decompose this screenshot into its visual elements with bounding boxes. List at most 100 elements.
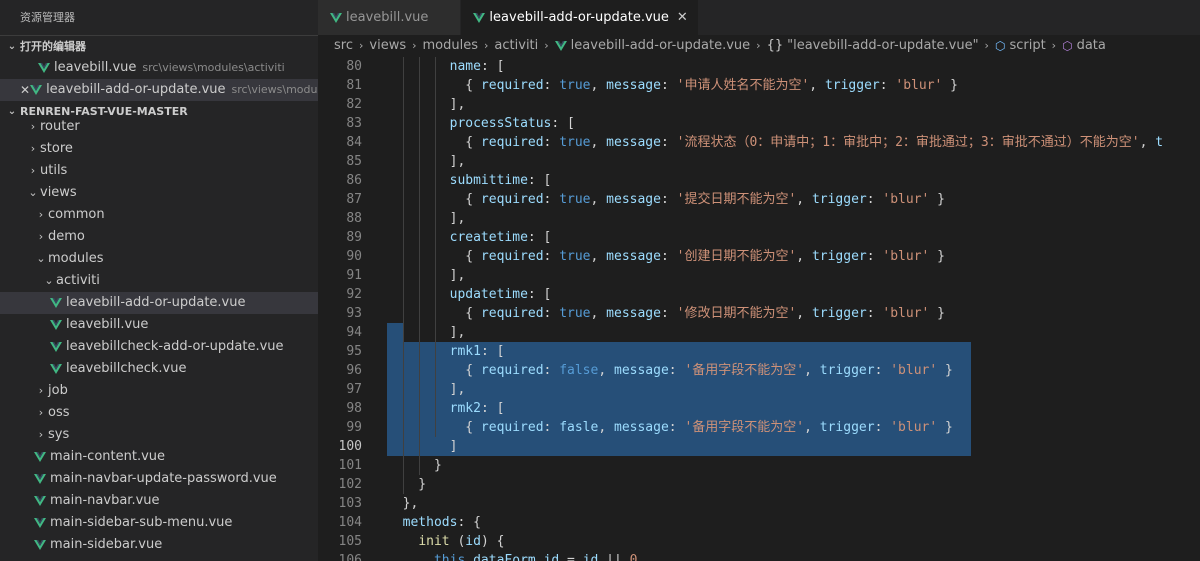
breadcrumb-item[interactable]: leavebill-add-or-update.vue — [571, 35, 750, 57]
folder-item[interactable]: › router — [0, 116, 318, 138]
code-token: : — [874, 420, 891, 435]
code-token: message — [606, 192, 661, 207]
code-token: { — [387, 306, 481, 321]
code-line: 100 ] — [318, 437, 1200, 456]
folder-item[interactable]: › demo — [0, 226, 318, 248]
code-token: id — [582, 553, 599, 561]
open-editor-item[interactable]: leavebill.vue src\views\modules\activiti — [0, 57, 318, 79]
code-token: }, — [387, 496, 419, 511]
chevron-right-icon: › — [358, 39, 364, 52]
folder-item[interactable]: ⌄ modules — [0, 248, 318, 270]
code-token: : — [668, 420, 685, 435]
code-token: methods — [402, 515, 458, 530]
code-text: { required: false, message: '备用字段不能为空', … — [387, 361, 953, 380]
breadcrumb-item[interactable]: data — [1077, 35, 1106, 57]
code-token: , — [590, 306, 607, 321]
tree-item-label: views — [40, 185, 77, 200]
open-editor-path: src\views\modules\activiti — [142, 61, 285, 74]
code-token: 'blur' — [882, 192, 930, 207]
code-token: true — [559, 78, 591, 93]
code-token: 'blur' — [882, 306, 930, 321]
folder-item[interactable]: › job — [0, 380, 318, 402]
tab-leavebill-add-or-update[interactable]: leavebill-add-or-update.vue ✕ — [461, 0, 699, 35]
open-editor-name: leavebill.vue — [54, 60, 137, 75]
line-number: 83 — [346, 116, 362, 131]
file-item[interactable]: main-sidebar-sub-menu.vue — [0, 512, 318, 534]
code-token: ], — [387, 382, 466, 397]
tree-item-label: oss — [48, 405, 70, 420]
code-token: ], — [387, 211, 466, 226]
file-item[interactable]: main-sidebar.vue — [0, 534, 318, 556]
code-editor[interactable]: 80 name: [81 { required: true, message: … — [318, 57, 1200, 561]
code-token: '备用字段不能为空' — [684, 420, 805, 435]
file-tree: › router › store › utils ⌄ views › common › demo ⌄ mo… — [0, 116, 318, 556]
code-line: 84 { required: true, message: '流程状态（0：申请… — [318, 133, 1200, 152]
chevron-right-icon: › — [38, 428, 44, 441]
folder-item[interactable]: ⌄ views — [0, 182, 318, 204]
code-token: ], — [387, 154, 466, 169]
code-text: { required: true, message: '申请人姓名不能为空', … — [387, 76, 958, 95]
code-line: 105 init (id) { — [318, 532, 1200, 551]
code-line: 94 ], — [318, 323, 1200, 342]
chevron-right-icon: › — [30, 142, 36, 155]
folder-item[interactable]: › oss — [0, 402, 318, 424]
file-item[interactable]: leavebill.vue — [0, 314, 318, 336]
chevron-down-icon: ⌄ — [36, 252, 46, 265]
code-token: { — [387, 249, 481, 264]
code-token: } — [937, 363, 953, 378]
chevron-right-icon: › — [38, 406, 44, 419]
breadcrumb-item[interactable]: modules — [423, 35, 479, 57]
chevron-right-icon: › — [756, 39, 761, 52]
chevron-right-icon: › — [38, 208, 44, 221]
file-item[interactable]: main-content.vue — [0, 446, 318, 468]
breadcrumb-item[interactable]: src — [334, 35, 353, 57]
code-line: 82 ], — [318, 95, 1200, 114]
code-token: } — [929, 306, 946, 321]
code-token: { — [387, 363, 481, 378]
file-item[interactable]: leavebillcheck.vue — [0, 358, 318, 380]
code-token: : [ — [551, 116, 575, 131]
code-token: : — [660, 249, 677, 264]
tab-bar: leavebill.vue leavebill-add-or-update.vu… — [318, 0, 1200, 35]
open-editors-header[interactable]: ⌄ 打开的编辑器 — [0, 35, 318, 57]
breadcrumb-item[interactable]: "leavebill-add-or-update.vue" — [787, 35, 978, 57]
tab-leavebill[interactable]: leavebill.vue — [318, 0, 462, 35]
folder-item[interactable]: › store — [0, 138, 318, 160]
file-item[interactable]: main-navbar.vue — [0, 490, 318, 512]
code-text: ], — [387, 209, 466, 228]
folder-item[interactable]: › sys — [0, 424, 318, 446]
code-token: rmk2 — [449, 401, 481, 416]
breadcrumb-item[interactable]: views — [369, 35, 406, 57]
line-number: 100 — [338, 439, 362, 454]
code-line: 91 ], — [318, 266, 1200, 285]
breadcrumb-item[interactable]: activiti — [494, 35, 538, 57]
code-text: { required: true, message: '提交日期不能为空', t… — [387, 190, 945, 209]
breadcrumb-item[interactable]: script — [1009, 35, 1045, 57]
close-icon[interactable]: ✕ — [20, 79, 30, 101]
chevron-down-icon: ⌄ — [28, 186, 38, 199]
chevron-right-icon: › — [30, 120, 36, 133]
file-item[interactable]: main-navbar-update-password.vue — [0, 468, 318, 490]
code-token: : — [874, 363, 891, 378]
code-text: methods: { — [387, 513, 481, 532]
code-token: { — [387, 135, 481, 150]
open-editor-item-active[interactable]: ✕ leavebill-add-or-update.vue src\views\… — [0, 79, 318, 101]
code-line: 88 ], — [318, 209, 1200, 228]
code-text: ] — [387, 437, 458, 456]
folder-item[interactable]: › common — [0, 204, 318, 226]
folder-item[interactable]: › utils — [0, 160, 318, 182]
file-item[interactable]: leavebill-add-or-update.vue — [0, 292, 318, 314]
file-item[interactable]: leavebillcheck-add-or-update.vue — [0, 336, 318, 358]
code-text: ], — [387, 323, 466, 342]
tree-item-label: leavebillcheck-add-or-update.vue — [66, 339, 284, 354]
line-number: 96 — [346, 363, 362, 378]
folder-item[interactable]: ⌄ activiti — [0, 270, 318, 292]
code-line: 96 { required: false, message: '备用字段不能为空… — [318, 361, 1200, 380]
line-number: 80 — [346, 59, 362, 74]
code-token: 'blur' — [890, 363, 938, 378]
chevron-right-icon: › — [412, 39, 417, 52]
close-icon[interactable]: ✕ — [677, 10, 688, 25]
